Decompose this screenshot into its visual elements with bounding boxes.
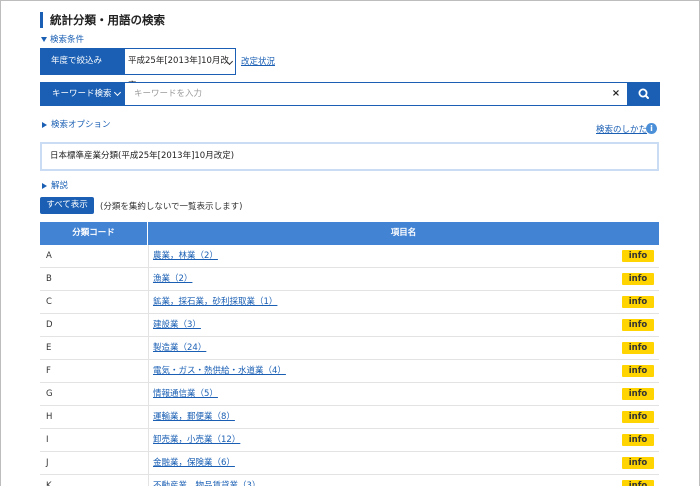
row-item-link[interactable]: 農業，林業（2） [153, 245, 218, 268]
row-code: D [46, 320, 53, 330]
keyword-mode-label: キーワード検索 [52, 89, 112, 99]
info-button[interactable]: info [622, 365, 654, 377]
header-code: 分類コード [40, 222, 148, 245]
row-code: G [46, 389, 53, 399]
search-options-label: 検索オプション [51, 120, 111, 130]
search-button[interactable] [628, 82, 660, 106]
info-button[interactable]: info [622, 388, 654, 400]
table-row: J 金融業，保険業（6） info [40, 452, 659, 475]
info-button[interactable]: info [622, 342, 654, 354]
table-row: C 鉱業，採石業，砂利採取業（1） info [40, 291, 659, 314]
row-code: K [46, 481, 52, 486]
row-code: C [46, 297, 52, 307]
row-code: J [46, 458, 49, 468]
table-row: H 運輸業，郵便業（8） info [40, 406, 659, 429]
row-code: H [46, 412, 53, 422]
triangle-right-icon [42, 121, 47, 128]
info-button[interactable]: info [622, 296, 654, 308]
row-code: F [46, 366, 51, 376]
row-code: I [46, 435, 49, 445]
row-code: E [46, 343, 52, 353]
triangle-right-icon [42, 182, 47, 189]
table-row: I 卸売業，小売業（12） info [40, 429, 659, 452]
keyword-mode-select[interactable]: キーワード検索 [40, 82, 125, 106]
header-item-name: 項目名 [390, 228, 417, 238]
table-row: K 不動産業，物品賃貸業（3） info [40, 475, 659, 486]
revision-status-link[interactable]: 改定状況 [241, 55, 275, 67]
keyword-input[interactable]: キーワードを入力 [125, 82, 628, 106]
info-button[interactable]: info [622, 411, 654, 423]
info-button[interactable]: info [622, 480, 654, 486]
info-button[interactable]: info [622, 457, 654, 469]
table-header: 分類コード 項目名 [40, 222, 659, 245]
row-item-link[interactable]: 不動産業，物品賃貸業（3） [153, 475, 260, 486]
info-circle-icon[interactable]: i [646, 123, 657, 134]
row-item-link[interactable]: 漁業（2） [153, 268, 192, 291]
search-conditions-label: 検索条件 [50, 35, 85, 45]
table-row: F 電気・ガス・熱供給・水道業（4） info [40, 360, 659, 383]
info-button[interactable]: info [622, 319, 654, 331]
triangle-down-icon [41, 37, 47, 42]
table-row: G 情報通信業（5） info [40, 383, 659, 406]
search-icon [638, 88, 649, 99]
year-select[interactable]: 平成25年[2013年]10月改定 [124, 48, 236, 91]
row-item-link[interactable]: 鉱業，採石業，砂利採取業（1） [153, 291, 277, 314]
row-item-link[interactable]: 卸売業，小売業（12） [153, 429, 240, 452]
search-options-toggle[interactable]: 検索オプション [42, 118, 111, 130]
show-all-button[interactable]: すべて表示 [40, 197, 94, 214]
page-frame: 統計分類・用語の検索 検索条件 年度で絞込み 平成25年[2013年]10月改定… [0, 0, 700, 486]
close-icon[interactable]: × [609, 82, 623, 106]
row-item-link[interactable]: 運輸業，郵便業（8） [153, 406, 235, 429]
info-button[interactable]: info [622, 434, 654, 446]
chevron-down-icon [113, 88, 122, 97]
show-all-note: (分類を集約しないで一覧表示します) [100, 202, 243, 212]
classification-name-box: 日本標準産業分類(平成25年[2013年]10月改定) [40, 142, 659, 171]
info-button[interactable]: info [622, 250, 654, 262]
table-row: B 漁業（2） info [40, 268, 659, 291]
explanation-label: 解説 [51, 181, 69, 191]
row-code: A [46, 251, 52, 261]
row-item-link[interactable]: 情報通信業（5） [153, 383, 218, 406]
row-item-link[interactable]: 建設業（3） [153, 314, 201, 337]
table-row: D 建設業（3） info [40, 314, 659, 337]
row-item-link[interactable]: 製造業（24） [153, 337, 206, 360]
row-item-link[interactable]: 電気・ガス・熱供給・水道業（4） [153, 360, 286, 383]
search-help-link[interactable]: 検索のしかた [596, 123, 647, 135]
year-filter-label: 年度で絞込み [40, 48, 124, 75]
page-title-text: 統計分類・用語の検索 [50, 13, 165, 27]
table-row: E 製造業（24） info [40, 337, 659, 360]
page-title: 統計分類・用語の検索 [40, 12, 165, 28]
row-code: B [46, 274, 52, 284]
classification-table-body: A 農業，林業（2） info B 漁業（2） info C 鉱業，採石業，砂利採取業（1… [40, 245, 659, 486]
search-conditions-toggle[interactable]: 検索条件 [41, 33, 84, 45]
explanation-toggle[interactable]: 解説 [42, 179, 68, 191]
row-item-link[interactable]: 金融業，保険業（6） [153, 452, 235, 475]
info-button[interactable]: info [622, 273, 654, 285]
table-row: A 農業，林業（2） info [40, 245, 659, 268]
